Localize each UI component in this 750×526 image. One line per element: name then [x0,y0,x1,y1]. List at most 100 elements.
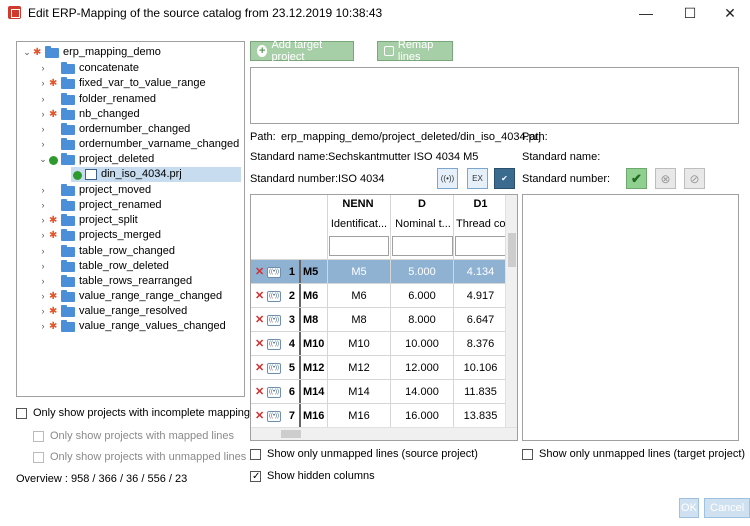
ok-button[interactable]: OK [679,498,699,518]
map-icon[interactable]: ((•)) [267,290,281,302]
tree-item-value-range-values-changed[interactable]: › ✱ value_range_values_changed [37,319,226,334]
chevron-down-icon[interactable]: ⌄ [21,45,33,60]
cancel-button[interactable]: Cancel [704,498,750,518]
chevron-right-icon[interactable]: › [37,198,49,213]
tree-item-label: folder_renamed [79,93,157,105]
remap-lines-button[interactable]: Remap lines [377,39,453,63]
tree-root[interactable]: ⌄ ✱ erp_mapping_demo [21,45,161,60]
folder-icon [61,122,75,135]
chevron-right-icon[interactable]: › [37,61,49,76]
chevron-right-icon[interactable]: › [37,304,49,319]
tree-item-folder-renamed[interactable]: › folder_renamed [37,92,156,107]
tree-item-nb-changed[interactable]: › ✱ nb_changed [37,107,140,122]
tree-item-din-iso-4034[interactable]: din_iso_4034.prj [71,167,241,182]
map-mode-button[interactable]: ((•)) [437,168,458,189]
tree-item-value-range-range-changed[interactable]: › ✱ value_range_range_changed [37,289,222,304]
unmapped-source-checkbox[interactable] [250,448,261,460]
chevron-right-icon[interactable]: › [37,289,49,304]
scroll-thumb[interactable] [281,430,301,438]
chevron-right-icon[interactable]: › [37,213,49,228]
table-vertical-scrollbar[interactable] [505,195,517,428]
chevron-right-icon[interactable]: › [37,107,49,122]
chevron-right-icon[interactable]: › [37,76,49,91]
chevron-down-icon[interactable]: ⌄ [37,152,49,167]
excel-mode-button[interactable]: EX [467,168,488,189]
delete-icon[interactable]: ✕ [255,380,265,404]
table-row[interactable]: ✕ ((•)) 5 M12 M12 12.000 10.106 [251,355,507,380]
option-unmapped-target[interactable]: Show only unmapped lines (target project… [522,448,745,460]
map-icon[interactable]: ((•)) [267,410,281,422]
chevron-right-icon[interactable]: › [37,319,49,334]
tree-item-value-range-resolved[interactable]: › ✱ value_range_resolved [37,304,187,319]
tree-item-table-row-changed[interactable]: › table_row_changed [37,244,175,259]
delete-icon[interactable]: ✕ [255,284,265,308]
folder-icon [61,304,75,317]
table-row[interactable]: ✕ ((•)) 3 M8 M8 8.000 6.647 [251,307,507,332]
tree-item-concatenate[interactable]: › concatenate [37,61,139,76]
map-icon[interactable]: ((•)) [267,266,281,278]
scroll-thumb[interactable] [508,233,516,267]
confirm-mapping-button[interactable]: ✔ [626,168,647,189]
tree-item-ordernumber-varname[interactable]: › ordernumber_varname_changed [37,137,239,152]
close-button[interactable]: ✕ [710,0,750,26]
nenn-filter-input[interactable] [329,236,389,256]
check-mode-button[interactable]: ✔ [494,168,515,189]
table-row[interactable]: ✕ ((•)) 4 M10 M10 10.000 8.376 [251,331,507,356]
delete-icon[interactable]: ✕ [255,260,265,284]
col-d1-code[interactable]: D1 [454,198,507,210]
project-tree[interactable]: ⌄ ✱ erp_mapping_demo › concatenate › ✱ f… [16,41,245,397]
table-row[interactable]: ✕ ((•)) 7 M16 M16 16.000 13.835 [251,403,507,428]
col-d-code[interactable]: D [391,198,453,210]
remove-mapping-button[interactable]: ⊗ [655,168,676,189]
table-row[interactable]: ✕ ((•)) 2 M6 M6 6.000 4.917 [251,283,507,308]
map-icon[interactable]: ((•)) [267,314,281,326]
chevron-right-icon[interactable]: › [37,122,49,137]
tree-item-table-rows-rearranged[interactable]: › table_rows_rearranged [37,274,192,289]
col-nenn-code[interactable]: NENN [327,198,389,210]
tree-item-fixed-var[interactable]: › ✱ fixed_var_to_value_range [37,76,206,91]
filter-incomplete[interactable]: Only show projects with incomplete mappi… [16,407,256,419]
unmapped-target-checkbox[interactable] [522,448,533,460]
col-d1-desc: Thread co [456,218,506,230]
tree-item-table-row-deleted[interactable]: › table_row_deleted [37,259,169,274]
tree-item-projects-merged[interactable]: › ✱ projects_merged [37,228,161,243]
hidden-columns-checkbox[interactable] [250,470,261,482]
target-table[interactable] [522,194,739,441]
chevron-right-icon[interactable]: › [37,244,49,259]
chevron-right-icon[interactable]: › [37,274,49,289]
tree-item-project-renamed[interactable]: › project_renamed [37,198,162,213]
table-horizontal-scrollbar[interactable] [251,427,517,440]
tree-item-project-moved[interactable]: › project_moved [37,183,151,198]
tree-item-project-split[interactable]: › ✱ project_split [37,213,138,228]
d-filter-input[interactable] [392,236,453,256]
map-icon[interactable]: ((•)) [267,338,281,350]
delete-icon[interactable]: ✕ [255,356,265,380]
chevron-right-icon[interactable]: › [37,183,49,198]
chevron-right-icon[interactable]: › [37,137,49,152]
option-hidden-columns[interactable]: Show hidden columns [250,470,375,482]
chevron-right-icon[interactable]: › [37,92,49,107]
filter-mapped-label: Only show projects with mapped lines [50,430,235,442]
table-row[interactable]: ✕ ((•)) 1 M5 M5 5.000 4.134 [251,259,507,284]
map-icon[interactable]: ((•)) [267,386,281,398]
source-std-name-value: Sechskantmutter ISO 4034 M5 [328,151,479,163]
source-table[interactable]: NENN D D1 Identificat... Nominal t... Th… [250,194,518,441]
minimize-button[interactable]: — [626,0,666,26]
option-unmapped-source[interactable]: Show only unmapped lines (source project… [250,448,478,460]
clear-mapping-button[interactable]: ⊘ [684,168,705,189]
table-row[interactable]: ✕ ((•)) 6 M14 M14 14.000 11.835 [251,379,507,404]
add-target-project-button[interactable]: + Add target project [250,39,354,63]
d1-filter-input[interactable] [455,236,507,256]
tree-item-label: nb_changed [79,108,140,120]
tree-item-ordernumber-changed[interactable]: › ordernumber_changed [37,122,190,137]
info-textbox[interactable] [250,67,739,124]
delete-icon[interactable]: ✕ [255,332,265,356]
filter-incomplete-checkbox[interactable] [16,407,27,419]
map-icon[interactable]: ((•)) [267,362,281,374]
tree-item-project-deleted[interactable]: ⌄ project_deleted [37,152,154,167]
delete-icon[interactable]: ✕ [255,404,265,428]
chevron-right-icon[interactable]: › [37,259,49,274]
chevron-right-icon[interactable]: › [37,228,49,243]
maximize-button[interactable]: ☐ [670,0,710,26]
delete-icon[interactable]: ✕ [255,308,265,332]
